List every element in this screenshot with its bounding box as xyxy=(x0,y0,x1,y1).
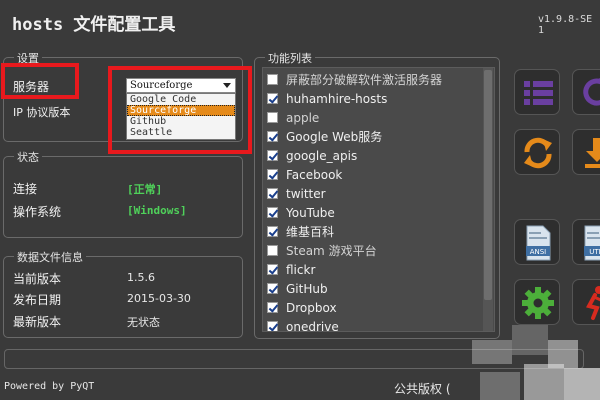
feature-checkbox[interactable] xyxy=(267,226,278,237)
license-label: 公共版权 ( xyxy=(394,382,451,396)
connection-label: 连接 xyxy=(13,182,38,196)
ip-version-label: IP 协议版本 xyxy=(13,106,71,119)
version-label: v1.9.8-SE 1 xyxy=(538,14,593,36)
ansi-file-icon: ANSI xyxy=(526,225,551,261)
download-icon xyxy=(585,138,600,168)
settings-button[interactable] xyxy=(514,279,560,325)
feature-label: YouTube xyxy=(286,205,335,220)
feature-label: huhamhire-hosts xyxy=(286,91,388,106)
feature-label: Dropbox xyxy=(286,300,337,315)
status-group: 状态 xyxy=(3,149,243,238)
feature-list-item[interactable]: Dropbox xyxy=(267,298,337,317)
features-scrollbar[interactable] xyxy=(483,68,493,331)
feature-label: google_apis xyxy=(286,148,358,163)
gear-icon xyxy=(522,287,554,319)
feature-checkbox[interactable] xyxy=(267,131,278,142)
feature-checkbox[interactable] xyxy=(267,302,278,313)
highlight-box-server-dropdown xyxy=(108,66,252,154)
download-button[interactable] xyxy=(572,129,600,175)
datafile-group-title: 数据文件信息 xyxy=(14,249,86,265)
feature-list-item[interactable]: Steam 游戏平台 xyxy=(267,241,377,260)
ansi-badge-text: ANSI xyxy=(530,248,547,256)
feature-list-item[interactable]: google_apis xyxy=(267,146,357,165)
feature-checkbox[interactable] xyxy=(267,112,278,123)
feature-list-item[interactable]: Google Web服务 xyxy=(267,127,382,146)
refresh-icon xyxy=(583,78,600,106)
feature-list-item[interactable]: 维基百科 xyxy=(267,222,334,241)
update-data-button[interactable] xyxy=(514,129,560,175)
powered-by-label: Powered by PyQT xyxy=(4,381,95,392)
export-ansi-button[interactable]: ANSI xyxy=(514,219,560,265)
connection-value: [正常] xyxy=(127,183,163,196)
feature-label: GitHub xyxy=(286,281,328,296)
release-date-value: 2015-03-30 xyxy=(127,292,191,305)
exit-button[interactable] xyxy=(572,279,600,325)
utf-badge-text: UTF xyxy=(589,248,600,256)
scrollbar-thumb[interactable] xyxy=(484,70,492,300)
utf-file-icon: UTF xyxy=(584,225,600,261)
feature-list-item[interactable]: 屏蔽部分破解软件激活服务器 xyxy=(267,70,442,89)
feature-label: onedrive xyxy=(286,319,339,332)
running-man-icon xyxy=(586,286,600,320)
highlight-box-server-label xyxy=(1,63,79,99)
feature-checkbox[interactable] xyxy=(267,283,278,294)
os-value: [Windows] xyxy=(127,204,187,217)
feature-checkbox[interactable] xyxy=(267,74,278,85)
feature-list-item[interactable]: onedrive xyxy=(267,317,339,332)
feature-checkbox[interactable] xyxy=(267,93,278,104)
latest-version-label: 最新版本 xyxy=(13,315,62,329)
feature-checkbox[interactable] xyxy=(267,245,278,256)
feature-checkbox[interactable] xyxy=(267,169,278,180)
feature-list-item[interactable]: GitHub xyxy=(267,279,328,298)
feature-label: twitter xyxy=(286,186,326,201)
status-group-title: 状态 xyxy=(14,149,42,165)
feature-list-item[interactable]: huhamhire-hosts xyxy=(267,89,387,108)
app-title: hosts 文件配置工具 xyxy=(12,15,176,35)
feature-checkbox[interactable] xyxy=(267,188,278,199)
os-label: 操作系统 xyxy=(13,205,62,219)
feature-label: 维基百科 xyxy=(286,225,335,239)
select-items-button[interactable] xyxy=(514,69,560,115)
latest-version-value: 无状态 xyxy=(127,316,160,329)
feature-list-item[interactable]: flickr xyxy=(267,260,315,279)
feature-list-item[interactable]: Facebook xyxy=(267,165,342,184)
sync-icon xyxy=(524,137,552,169)
feature-label: apple xyxy=(286,110,320,125)
current-version-label: 当前版本 xyxy=(13,272,62,286)
feature-checkbox[interactable] xyxy=(267,264,278,275)
feature-label: 屏蔽部分破解软件激活服务器 xyxy=(286,73,443,87)
feature-label: flickr xyxy=(286,262,316,277)
release-date-label: 发布日期 xyxy=(13,293,62,307)
features-group-title: 功能列表 xyxy=(265,50,315,66)
feature-checkbox[interactable] xyxy=(267,321,278,331)
feature-label: Facebook xyxy=(286,167,343,182)
feature-list-item[interactable]: apple xyxy=(267,108,319,127)
feature-checkbox[interactable] xyxy=(267,150,278,161)
feature-label: Google Web服务 xyxy=(286,130,383,144)
features-list[interactable]: 屏蔽部分破解软件激活服务器 huhamhire-hosts apple Google … xyxy=(262,67,495,332)
feature-label: Steam 游戏平台 xyxy=(286,244,377,258)
feature-checkbox[interactable] xyxy=(267,207,278,218)
list-icon xyxy=(524,81,553,105)
feature-list-item[interactable]: YouTube xyxy=(267,203,335,222)
current-version-value: 1.5.6 xyxy=(127,271,155,284)
feature-list-item[interactable]: twitter xyxy=(267,184,326,203)
refresh-purple-button[interactable] xyxy=(572,69,600,115)
export-utf-button[interactable]: UTF xyxy=(572,219,600,265)
